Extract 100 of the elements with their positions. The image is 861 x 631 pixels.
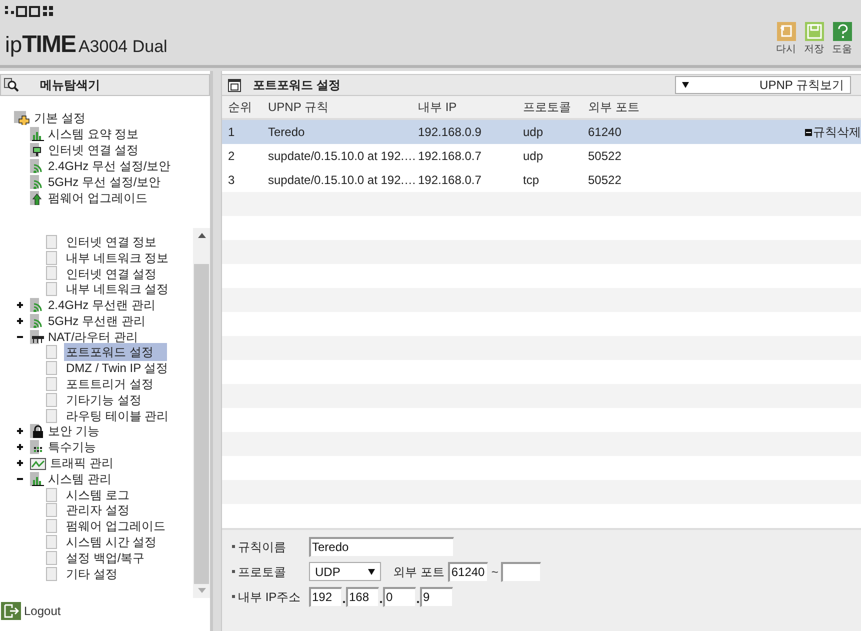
tilde-text: ~ xyxy=(491,564,498,580)
table-cell-text: 50522 xyxy=(588,172,622,189)
page-icon xyxy=(46,282,60,296)
column-header: 외부 포트 xyxy=(588,99,640,116)
ip-octet-field[interactable]: 168 xyxy=(346,586,379,606)
port-to-field[interactable] xyxy=(501,562,542,582)
tree-group-label[interactable]: 특수기능 xyxy=(48,438,96,456)
expand-icon[interactable] xyxy=(14,301,26,310)
tree-item[interactable]: 2.4GHz 무선 설정/보안 xyxy=(48,157,171,175)
table-row[interactable]: 1 Teredo 192.168.0.9 udp 61240 규칙삭제 xyxy=(222,120,861,144)
tree-item[interactable]: 기타 설정 xyxy=(64,564,120,583)
port-from-field[interactable]: 61240 xyxy=(448,562,488,582)
tree-item[interactable]: DMZ / Twin IP 설정 xyxy=(64,359,170,378)
tree-item[interactable]: 펌웨어 업그레이드 xyxy=(48,189,148,207)
tree-group-label: 기본 설정 xyxy=(34,110,86,127)
save-button[interactable]: 저장 xyxy=(804,22,824,57)
field-label: 프로토콜 xyxy=(238,564,287,580)
tree-group-label[interactable]: 5GHz 무선랜 관리 xyxy=(48,312,146,330)
model-name: A3004 Dual xyxy=(78,36,168,58)
tree-item[interactable]: 포트포워드 설정 xyxy=(64,343,168,362)
view-dropdown[interactable]: UPNP 규칙보기 xyxy=(675,76,851,94)
page-icon xyxy=(46,519,60,534)
table-cell-text: udp xyxy=(523,148,544,165)
page-icon xyxy=(46,377,60,392)
tree-item[interactable]: 포트트리거 설정 xyxy=(64,375,156,394)
table-cell-text: 2 xyxy=(228,148,236,165)
page-icon xyxy=(46,408,60,423)
table-cell-text: tcp xyxy=(523,172,540,189)
logout-link[interactable]: Logout xyxy=(0,602,210,620)
table-cell-text: Teredo xyxy=(268,124,306,141)
delete-rule-button[interactable]: 규칙삭제 xyxy=(805,123,861,141)
minus-icon xyxy=(805,128,812,136)
grid-icon xyxy=(30,440,44,454)
field-label: 내부 IP주소 xyxy=(238,588,302,606)
tree-group-label[interactable]: 트래픽 관리 xyxy=(50,454,114,472)
tree-item[interactable]: 펌웨어 업그레이드 xyxy=(64,517,168,536)
tree-item[interactable]: 시스템 시간 설정 xyxy=(64,533,159,552)
scroll-up-icon xyxy=(198,233,206,238)
save-icon xyxy=(804,22,824,41)
router-icon xyxy=(30,330,44,344)
page-icon xyxy=(46,488,60,502)
page-icon xyxy=(46,503,60,518)
rule-name-field[interactable]: Teredo xyxy=(309,536,454,556)
tree-item[interactable]: 내부 네트워크 설정 xyxy=(64,280,171,298)
ip-octet-field[interactable]: 192 xyxy=(309,586,342,606)
table-cell-text: 192.168.0.9 xyxy=(418,124,482,141)
expand-icon[interactable] xyxy=(14,316,26,325)
protocol-dropdown[interactable]: UDP xyxy=(309,562,381,581)
tree-item[interactable]: 관리자 설정 xyxy=(64,501,132,520)
tree-item[interactable]: 설정 백업/복구 xyxy=(64,548,147,567)
expand-icon[interactable] xyxy=(14,443,26,452)
page-icon xyxy=(46,535,60,550)
tree-group-label[interactable]: 2.4GHz 무선랜 관리 xyxy=(48,296,156,314)
tree-item[interactable]: 인터넷 연결 설정 xyxy=(64,264,159,282)
wifi-icon xyxy=(30,159,44,173)
ip-octet-field[interactable]: 9 xyxy=(420,586,453,606)
page-icon xyxy=(46,392,60,407)
scrollbar-thumb[interactable] xyxy=(194,264,209,584)
tree-group-label[interactable]: 보안 기능 xyxy=(48,422,100,440)
tree-item[interactable]: 내부 네트워크 정보 xyxy=(64,248,171,267)
table-cell-text: udp xyxy=(523,124,544,141)
expand-icon[interactable] xyxy=(14,427,26,436)
field-label: 외부 포트 xyxy=(393,564,444,580)
dropdown-caret-icon xyxy=(368,568,375,574)
expand-icon[interactable] xyxy=(14,459,26,468)
tree-group-label[interactable]: NAT/라우터 관리 xyxy=(48,328,138,346)
search-icon xyxy=(4,78,20,92)
logo-text: ip xyxy=(5,31,22,59)
tree-group-label[interactable]: 시스템 관리 xyxy=(48,470,112,488)
upload-icon xyxy=(30,191,44,205)
dropdown-caret-icon xyxy=(682,82,689,88)
column-header: 순위 xyxy=(228,99,253,116)
tree-item[interactable]: 기타기능 설정 xyxy=(64,390,144,409)
tree-item[interactable]: 시스템 요약 정보 xyxy=(48,125,139,143)
table-cell-text: 50522 xyxy=(588,148,622,165)
monitor-icon xyxy=(30,143,44,157)
sidebar-title: 메뉴탐색기 xyxy=(40,77,100,94)
tree-item[interactable]: 5GHz 무선 설정/보안 xyxy=(48,173,161,191)
table-cell-text: supdate/0.15.10.0 at 192.… xyxy=(268,172,418,189)
page-icon xyxy=(46,550,60,565)
table-cell-text: 61240 xyxy=(588,124,622,141)
tree-item[interactable]: 라우팅 테이블 관리 xyxy=(64,406,171,425)
ip-octet-field[interactable]: 0 xyxy=(383,586,416,606)
page-icon xyxy=(46,250,60,265)
undo-button[interactable]: 다시 xyxy=(776,22,796,57)
lock-icon xyxy=(30,424,44,438)
folder-icon xyxy=(14,111,32,125)
column-header: 프로토콜 xyxy=(523,99,572,116)
tree-item[interactable]: 시스템 로그 xyxy=(64,486,132,504)
tree-item[interactable]: 인터넷 연결 정보 xyxy=(64,232,159,251)
window-icon xyxy=(228,78,241,92)
table-cell-text: supdate/0.15.10.0 at 192.… xyxy=(268,148,418,165)
tree-item[interactable]: 인터넷 연결 설정 xyxy=(48,141,139,159)
logo-brand: TIME xyxy=(22,30,76,60)
help-button[interactable]: 도움 xyxy=(832,22,852,57)
field-label: 규칙이름 xyxy=(238,538,287,556)
wifi-icon xyxy=(30,298,44,312)
table-cell-text: 3 xyxy=(228,172,236,189)
wifi-icon xyxy=(30,314,44,328)
table-cell-text: 192.168.0.7 xyxy=(418,148,482,165)
